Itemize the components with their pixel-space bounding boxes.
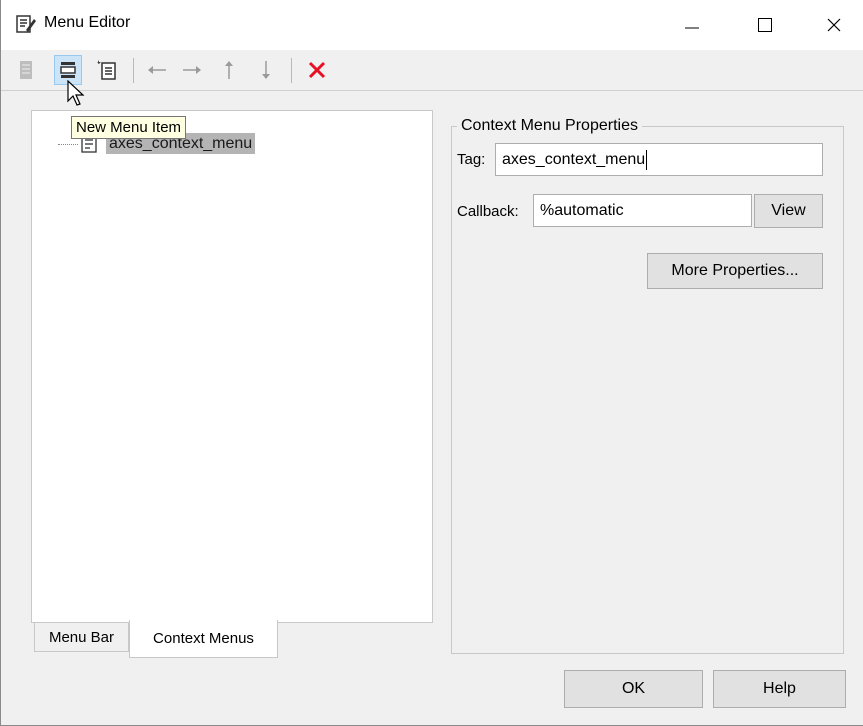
move-left-button[interactable] xyxy=(143,55,171,85)
menu-editor-icon xyxy=(15,13,37,35)
new-menu-icon xyxy=(20,61,32,79)
move-right-icon xyxy=(183,66,201,74)
new-context-menu-button[interactable] xyxy=(93,55,121,85)
delete-button[interactable] xyxy=(303,55,331,85)
menu-tree-panel[interactable]: axes_context_menu xyxy=(31,110,433,623)
tag-label: Tag: xyxy=(457,151,486,168)
toolbar-separator xyxy=(291,58,292,83)
help-button[interactable]: Help xyxy=(713,670,846,708)
window-title: Menu Editor xyxy=(44,14,131,31)
move-down-icon xyxy=(262,61,270,79)
ok-button[interactable]: OK xyxy=(564,670,703,708)
move-right-button[interactable] xyxy=(178,55,206,85)
minimize-button[interactable] xyxy=(663,0,721,50)
callback-label: Callback: xyxy=(457,203,519,220)
move-up-icon xyxy=(225,61,233,79)
close-button[interactable] xyxy=(805,0,863,50)
minimize-icon xyxy=(685,27,699,29)
tag-field[interactable]: axes_context_menu xyxy=(495,143,823,176)
tab-context-menus[interactable]: Context Menus xyxy=(129,620,278,658)
tab-menu-bar[interactable]: Menu Bar xyxy=(34,623,129,652)
tree-connector xyxy=(58,144,78,145)
toolbar-tooltip: New Menu Item xyxy=(71,116,187,139)
toolbar-separator xyxy=(133,58,134,83)
title-bar: Menu Editor xyxy=(1,0,863,50)
toolbar xyxy=(1,52,863,91)
callback-value: %automatic xyxy=(540,202,624,219)
move-left-icon xyxy=(148,66,166,74)
maximize-button[interactable] xyxy=(736,0,794,50)
more-properties-button[interactable]: More Properties... xyxy=(647,253,823,289)
properties-title: Context Menu Properties xyxy=(457,117,642,135)
tag-value: axes_context_menu xyxy=(502,151,646,168)
callback-field[interactable]: %automatic xyxy=(533,194,752,227)
move-down-button[interactable] xyxy=(252,55,280,85)
move-up-button[interactable] xyxy=(215,55,243,85)
menu-editor-window: Menu Editor axes_context_menu New Menu I… xyxy=(0,0,863,726)
view-button[interactable]: View xyxy=(754,194,823,228)
maximize-icon xyxy=(758,18,772,32)
close-icon xyxy=(827,18,841,32)
text-caret xyxy=(646,149,648,170)
new-context-menu-icon xyxy=(97,60,116,80)
new-menu-button[interactable] xyxy=(13,55,41,85)
mouse-cursor-icon xyxy=(67,80,85,106)
delete-icon xyxy=(308,61,326,79)
new-menu-item-icon xyxy=(60,62,76,78)
